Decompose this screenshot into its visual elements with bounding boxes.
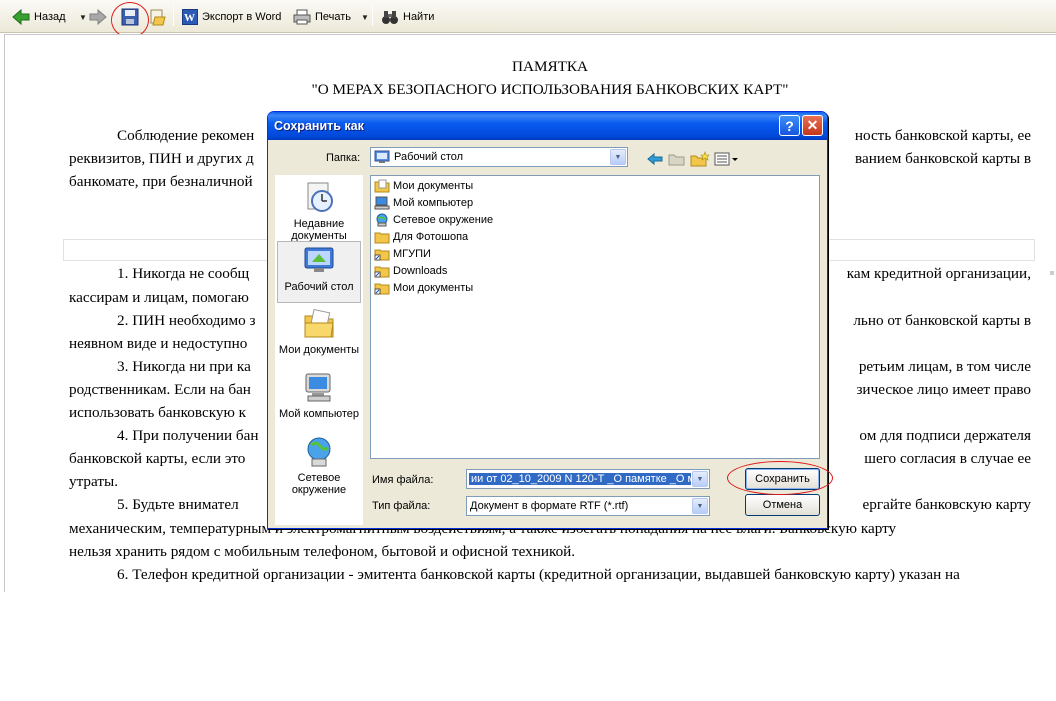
network-icon	[307, 437, 331, 467]
desktop-icon	[374, 150, 390, 163]
back-label: Назад	[34, 11, 66, 23]
list-item[interactable]: Мой компьютер	[374, 195, 473, 211]
print-button[interactable]: Печать ▼	[293, 6, 369, 28]
doc-title: ПАМЯТКА	[512, 58, 588, 75]
places-bar: Недавние документы Рабочий стол Мои доку…	[275, 175, 363, 525]
save-button[interactable]	[121, 6, 139, 28]
paragraph-line: 6. Телефон кредитной организации - эмите…	[117, 565, 960, 583]
new-folder-icon[interactable]	[690, 151, 710, 167]
file-list[interactable]: Мои документы Мой компьютер Сетевое окру…	[370, 175, 820, 459]
dialog-titlebar[interactable]: Сохранить как ? ✕	[268, 112, 827, 140]
help-button[interactable]: ?	[779, 115, 800, 136]
back-dropdown[interactable]: ▼	[73, 6, 87, 28]
chevron-down-icon[interactable]: ▼	[692, 471, 708, 487]
list-item[interactable]: Downloads	[374, 263, 447, 279]
folder-value: Рабочий стол	[394, 151, 464, 163]
binoculars-icon	[382, 11, 398, 24]
svg-text:W: W	[184, 12, 195, 24]
network-icon	[376, 213, 388, 227]
place-my-computer[interactable]: Мой компьютер	[277, 369, 361, 431]
place-label: Мои документы	[278, 344, 360, 356]
forward-button[interactable]	[89, 6, 107, 28]
close-button[interactable]: ✕	[802, 115, 823, 136]
filename-label: Имя файла:	[372, 474, 434, 486]
list-item[interactable]: МГУПИ	[374, 246, 431, 262]
dialog-title: Сохранить как	[274, 119, 364, 133]
my-computer-icon	[305, 373, 331, 402]
place-network[interactable]: Сетевое окружение	[277, 433, 361, 499]
folder-shortcut-icon	[374, 249, 390, 261]
printer-icon	[293, 9, 311, 25]
filetype-value: Документ в формате RTF (*.rtf)	[470, 500, 629, 512]
scroll-marker	[1050, 271, 1054, 275]
back-arrow-icon	[12, 9, 30, 25]
floppy-disk-icon	[121, 8, 139, 26]
my-documents-icon	[374, 179, 390, 193]
list-item[interactable]: Мои документы	[374, 280, 473, 296]
place-label: Недавние документы	[291, 218, 347, 242]
folder-shortcut-icon	[374, 283, 390, 295]
filename-value: ии от 02_10_2009 N 120-Т _О памятке _О м…	[469, 473, 691, 485]
my-documents-icon	[304, 308, 334, 338]
place-my-documents[interactable]: Мои документы	[277, 305, 361, 367]
folder-select[interactable]: Рабочий стол ▼	[370, 147, 628, 167]
print-label: Печать	[315, 11, 352, 23]
paragraph-line: нельзя хранить рядом с мобильным телефон…	[69, 542, 576, 560]
blank-area	[0, 592, 1056, 701]
list-item[interactable]: Мои документы	[374, 178, 473, 194]
view-menu-icon[interactable]	[714, 151, 740, 167]
desktop-icon	[304, 247, 334, 272]
back-button[interactable]: Назад	[12, 6, 66, 28]
folder-shortcut-icon	[374, 266, 390, 278]
chevron-down-icon[interactable]: ▼	[610, 149, 626, 165]
filetype-label: Тип файла:	[372, 500, 431, 512]
place-desktop[interactable]: Рабочий стол	[277, 241, 361, 303]
folder-nav-icons	[646, 149, 740, 169]
list-item[interactable]: Для Фотошопа	[374, 229, 468, 245]
recent-documents-icon	[307, 182, 333, 212]
export-word-label: Экспорт в Word	[202, 11, 282, 23]
folder-label: Папка:	[326, 152, 361, 164]
chevron-down-icon: ▼	[79, 12, 87, 22]
doc-subtitle: "О МЕРАХ БЕЗОПАСНОГО ИСПОЛЬЗОВАНИЯ БАНКО…	[311, 81, 789, 99]
place-recent[interactable]: Недавние документы	[277, 179, 361, 242]
chevron-down-icon[interactable]: ▼	[361, 13, 369, 22]
folder-icon	[374, 232, 390, 244]
filetype-select[interactable]: Документ в формате RTF (*.rtf) ▼	[466, 496, 710, 516]
filename-input[interactable]: ии от 02_10_2009 N 120-Т _О памятке _О м…	[466, 469, 710, 489]
chevron-down-icon[interactable]: ▼	[692, 498, 708, 514]
forward-arrow-icon	[89, 9, 107, 25]
place-label: Сетевое окружение	[291, 472, 347, 496]
save-as-button[interactable]	[149, 6, 167, 28]
save-folder-icon	[150, 9, 166, 26]
place-label: Рабочий стол	[284, 281, 354, 293]
save-dialog-button[interactable]: Сохранить	[745, 468, 820, 490]
up-folder-icon[interactable]	[668, 151, 686, 167]
find-label: Найти	[403, 11, 435, 23]
my-computer-icon	[374, 196, 390, 210]
toolbar: Назад ▼ W Экспорт в Word Печать ▼ Найти	[0, 0, 1056, 33]
save-as-dialog: Сохранить как ? ✕ Папка: Рабочий стол ▼ …	[267, 111, 828, 529]
back-arrow-icon[interactable]	[646, 151, 664, 167]
list-item[interactable]: Сетевое окружение	[374, 212, 493, 228]
place-label: Мой компьютер	[278, 408, 360, 420]
word-icon: W	[182, 9, 198, 25]
find-button[interactable]: Найти	[381, 6, 434, 28]
cancel-button[interactable]: Отмена	[745, 494, 820, 516]
export-word-button[interactable]: W Экспорт в Word	[182, 6, 281, 28]
